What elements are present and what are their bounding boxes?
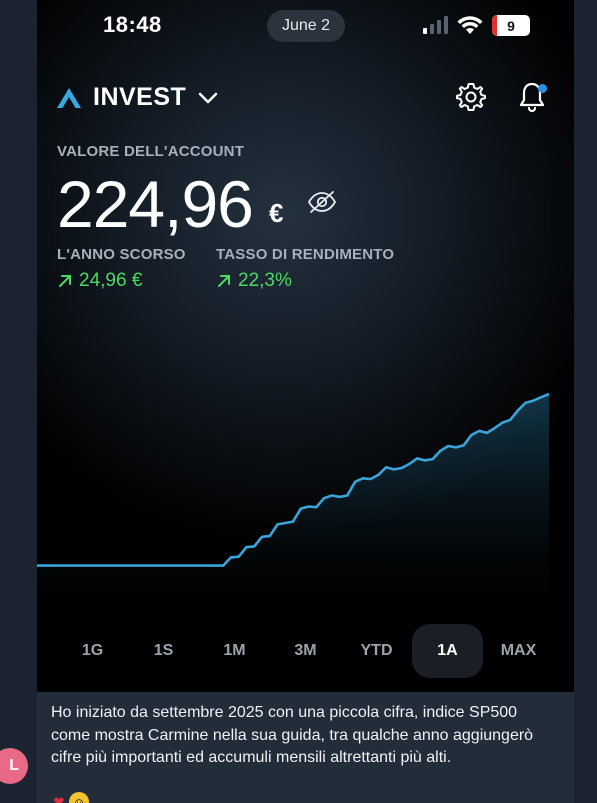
eye-off-icon[interactable] (307, 190, 337, 214)
app-screenshot: 18:48 June 2 9 INVEST VALORE DELL'ACCOUN… (37, 0, 574, 692)
message-bubble: Ho iniziato da settembre 2025 con una pi… (37, 692, 574, 803)
status-time: 18:48 (103, 12, 162, 37)
return-rate-value: 22,3% (238, 270, 292, 291)
range-selector: 1G 1S 1M 3M YTD 1A MAX (57, 624, 554, 678)
notifications-button[interactable] (517, 80, 551, 114)
range-tab-max[interactable]: MAX (483, 624, 554, 678)
range-tab-1m[interactable]: 1M (199, 624, 270, 678)
gear-icon (456, 83, 486, 111)
reactions[interactable]: ❤ ☺ (49, 792, 89, 803)
avatar[interactable]: L (0, 748, 28, 784)
wifi-icon (457, 16, 483, 34)
account-value-label: VALORE DELL'ACCOUNT (57, 143, 245, 160)
page-title: INVEST (93, 83, 187, 111)
bell-icon (519, 82, 547, 113)
account-switcher[interactable]: INVEST (57, 83, 218, 112)
page: { "status_bar": { "time": "18:48", "date… (0, 0, 597, 803)
return-rate-value-row: 22,3% (216, 270, 292, 292)
smile-reaction-icon[interactable]: ☺ (69, 792, 89, 803)
arrow-up-right-icon (59, 275, 71, 287)
settings-button[interactable] (454, 80, 488, 114)
last-year-label: L'ANNO SCORSO (57, 246, 186, 263)
return-rate-label: TASSO DI RENDIMENTO (216, 246, 395, 263)
status-date-pill: June 2 (267, 10, 345, 42)
status-date: June 2 (281, 17, 331, 34)
range-tab-1g[interactable]: 1G (57, 624, 128, 678)
arrow-up-right-icon (218, 275, 230, 287)
chevron-down-icon (198, 92, 218, 103)
signal-icon (423, 16, 448, 34)
battery-level: 9 (507, 17, 515, 34)
battery-indicator: 9 (492, 15, 530, 36)
range-tab-1a[interactable]: 1A (412, 624, 483, 678)
invest-logo-icon (57, 87, 81, 108)
heart-reaction-icon[interactable]: ❤ (49, 792, 69, 803)
account-value: 224,96 (57, 167, 254, 241)
last-year-value: 24,96 € (79, 270, 143, 291)
chart-area (37, 394, 549, 610)
account-currency: € (269, 198, 284, 228)
range-tab-ytd[interactable]: YTD (341, 624, 412, 678)
last-year-value-row: 24,96 € (57, 270, 142, 292)
range-tab-1s[interactable]: 1S (128, 624, 199, 678)
range-tab-3m[interactable]: 3M (270, 624, 341, 678)
portfolio-chart[interactable] (37, 370, 574, 610)
message-text: Ho iniziato da settembre 2025 con una pi… (51, 704, 534, 766)
